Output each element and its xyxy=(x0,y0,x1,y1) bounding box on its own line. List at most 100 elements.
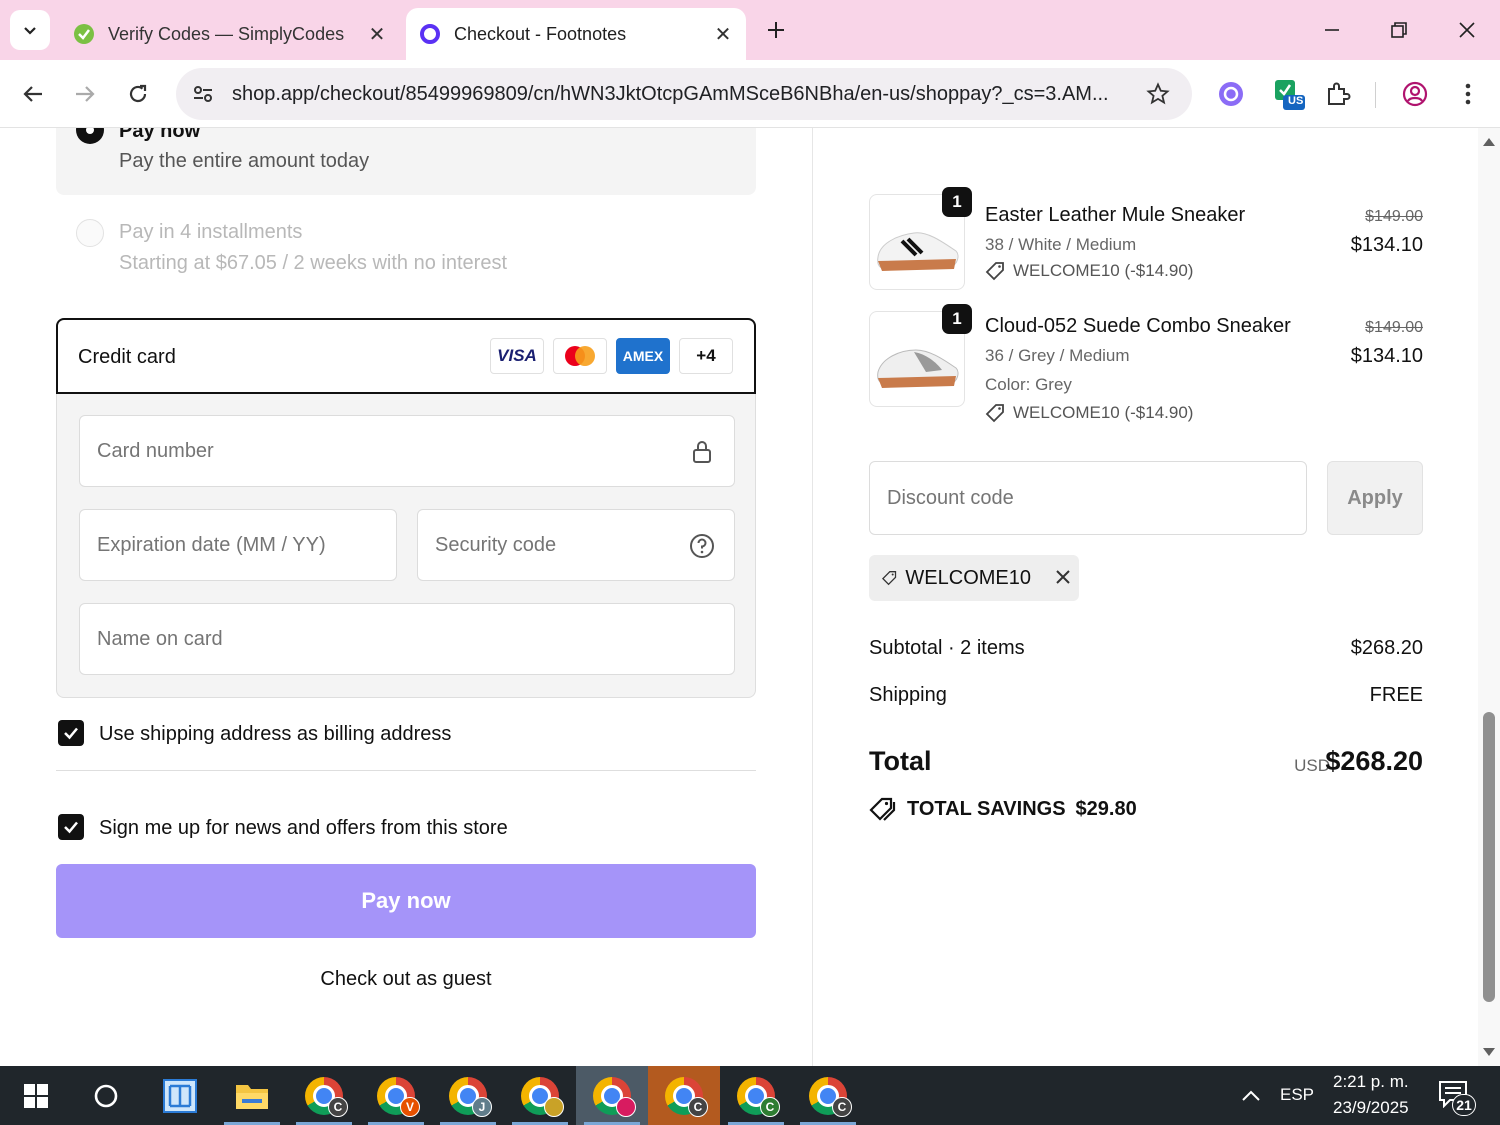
extension-simplycodes-icon[interactable] xyxy=(1211,74,1251,114)
reload-button[interactable] xyxy=(118,74,158,114)
total-savings-value: $29.80 xyxy=(1075,797,1137,820)
total-value: $268.20 xyxy=(1325,746,1423,776)
subtotal-label: Subtotal · 2 items xyxy=(869,637,1025,659)
credit-card-option[interactable]: Credit card VISA AMEX +4 xyxy=(56,318,756,394)
card-number-field[interactable]: Card number xyxy=(79,415,735,487)
site-info-icon[interactable] xyxy=(190,81,216,107)
tab-checkout[interactable]: Checkout - Footnotes ✕ xyxy=(406,8,746,60)
show-hidden-icons-button[interactable] xyxy=(1238,1084,1264,1108)
discount-code-placeholder: Discount code xyxy=(887,487,1014,509)
address-bar[interactable]: shop.app/checkout/85499969809/cn/hWN3Jkt… xyxy=(176,68,1192,120)
tab-strip: Verify Codes — SimplyCodes ✕ Checkout - … xyxy=(0,0,1500,60)
tab-search-button[interactable] xyxy=(10,10,50,50)
pay-now-option[interactable]: Pay now Pay the entire amount today xyxy=(56,128,756,195)
expiration-date-field[interactable]: Expiration date (MM / YY) xyxy=(79,509,397,581)
installments-title: Pay in 4 installments xyxy=(119,221,303,243)
installments-radio[interactable] xyxy=(76,219,104,247)
back-button[interactable] xyxy=(13,74,53,114)
checkmark-icon xyxy=(64,821,78,834)
close-tab-icon[interactable]: ✕ xyxy=(362,19,392,49)
toolbar-divider xyxy=(1375,82,1376,108)
chrome-profile-button[interactable]: V xyxy=(360,1066,432,1125)
profile-badge: J xyxy=(472,1097,492,1117)
chrome-profile-button[interactable] xyxy=(504,1066,576,1125)
restore-button[interactable] xyxy=(1376,10,1422,50)
task-view-icon xyxy=(163,1078,197,1113)
item-color: Color: Grey xyxy=(985,375,1072,394)
pay-now-button[interactable]: Pay now xyxy=(56,864,756,938)
task-view-button[interactable] xyxy=(144,1066,216,1125)
extensions-button[interactable] xyxy=(1318,74,1358,114)
chrome-profile-button[interactable]: C xyxy=(648,1066,720,1125)
extension-vpn-icon[interactable]: US xyxy=(1268,74,1308,114)
visa-icon: VISA xyxy=(490,338,544,374)
chrome-profile-button[interactable]: C xyxy=(792,1066,864,1125)
scroll-up-arrow-icon[interactable] xyxy=(1481,134,1497,150)
forward-button[interactable] xyxy=(65,74,105,114)
item-original-price: $149.00 xyxy=(1365,208,1423,225)
chrome-profile-button[interactable]: C xyxy=(288,1066,360,1125)
input-language-indicator[interactable]: ESP xyxy=(1280,1085,1314,1105)
clock-date[interactable]: 23/9/2025 xyxy=(1333,1098,1409,1118)
chrome-profile-button[interactable]: C xyxy=(720,1066,792,1125)
checkout-as-guest-link[interactable]: Check out as guest xyxy=(56,968,756,991)
profile-badge: C xyxy=(328,1097,348,1117)
newsletter-label: Sign me up for news and offers from this… xyxy=(99,817,508,839)
name-on-card-field[interactable]: Name on card xyxy=(79,603,735,675)
profile-button[interactable] xyxy=(1395,74,1435,114)
apply-discount-button[interactable]: Apply xyxy=(1327,461,1423,535)
chevron-down-icon xyxy=(24,27,36,35)
chrome-profile-button[interactable] xyxy=(576,1066,648,1125)
item-discount-text: WELCOME10 (-$14.90) xyxy=(1013,403,1194,422)
item-original-price: $149.00 xyxy=(1365,319,1423,336)
notifications-button[interactable]: 21 xyxy=(1438,1080,1478,1116)
tab-simplycodes[interactable]: Verify Codes — SimplyCodes ✕ xyxy=(60,8,400,60)
notification-count-badge: 21 xyxy=(1452,1094,1476,1116)
amex-icon: AMEX xyxy=(616,338,670,374)
total-savings-label: TOTAL SAVINGS xyxy=(907,797,1066,820)
file-explorer-button[interactable] xyxy=(216,1066,288,1125)
minimize-button[interactable] xyxy=(1309,10,1355,50)
chrome-profile-button[interactable]: J xyxy=(432,1066,504,1125)
puzzle-icon xyxy=(1328,82,1351,105)
profile-badge: V xyxy=(400,1097,420,1117)
profile-badge: C xyxy=(688,1097,708,1117)
applied-discount-chip: WELCOME10 xyxy=(869,555,1079,601)
item-price: $134.10 xyxy=(1350,234,1423,256)
url-text[interactable]: shop.app/checkout/85499969809/cn/hWN3Jkt… xyxy=(232,83,1138,106)
scroll-down-arrow-icon[interactable] xyxy=(1481,1044,1497,1060)
extension-badge: US xyxy=(1288,95,1304,107)
credit-card-form: Card number Expiration date (MM / YY) Se… xyxy=(56,394,756,698)
help-circle-icon[interactable] xyxy=(688,532,716,560)
close-window-button[interactable] xyxy=(1444,10,1490,50)
new-tab-button[interactable] xyxy=(760,14,792,46)
section-divider xyxy=(56,770,756,771)
clock-time[interactable]: 2:21 p. m. xyxy=(1333,1072,1409,1092)
menu-button[interactable] xyxy=(1448,74,1488,114)
scrollbar-thumb[interactable] xyxy=(1483,712,1495,1002)
close-icon xyxy=(1459,22,1475,38)
newsletter-checkbox[interactable] xyxy=(58,814,84,840)
search-button[interactable] xyxy=(70,1066,142,1125)
pay-now-title: Pay now xyxy=(119,128,201,142)
shipping-label: Shipping xyxy=(869,684,947,706)
applied-discount-code: WELCOME10 xyxy=(905,566,1031,589)
billing-address-checkbox[interactable] xyxy=(58,720,84,746)
close-tab-icon[interactable]: ✕ xyxy=(708,19,738,49)
avatar xyxy=(544,1097,564,1117)
item-discount-text: WELCOME10 (-$14.90) xyxy=(1013,261,1194,280)
quantity-badge: 1 xyxy=(942,304,972,334)
bookmark-star-icon[interactable] xyxy=(1138,74,1178,114)
expiration-placeholder: Expiration date (MM / YY) xyxy=(97,534,326,556)
discount-code-field[interactable]: Discount code xyxy=(869,461,1307,535)
remove-discount-button[interactable] xyxy=(1043,565,1079,591)
name-on-card-placeholder: Name on card xyxy=(97,628,223,650)
chevron-up-icon xyxy=(1242,1090,1260,1101)
card-number-placeholder: Card number xyxy=(97,440,214,462)
quantity-badge: 1 xyxy=(942,187,972,217)
pay-now-radio[interactable] xyxy=(76,128,104,144)
windows-taskbar: C V J C C C ESP 2:21 p. m. 23/9/2025 21 xyxy=(0,1066,1500,1125)
start-button[interactable] xyxy=(0,1066,72,1125)
security-code-field[interactable]: Security code xyxy=(417,509,735,581)
profile-badge: C xyxy=(832,1097,852,1117)
